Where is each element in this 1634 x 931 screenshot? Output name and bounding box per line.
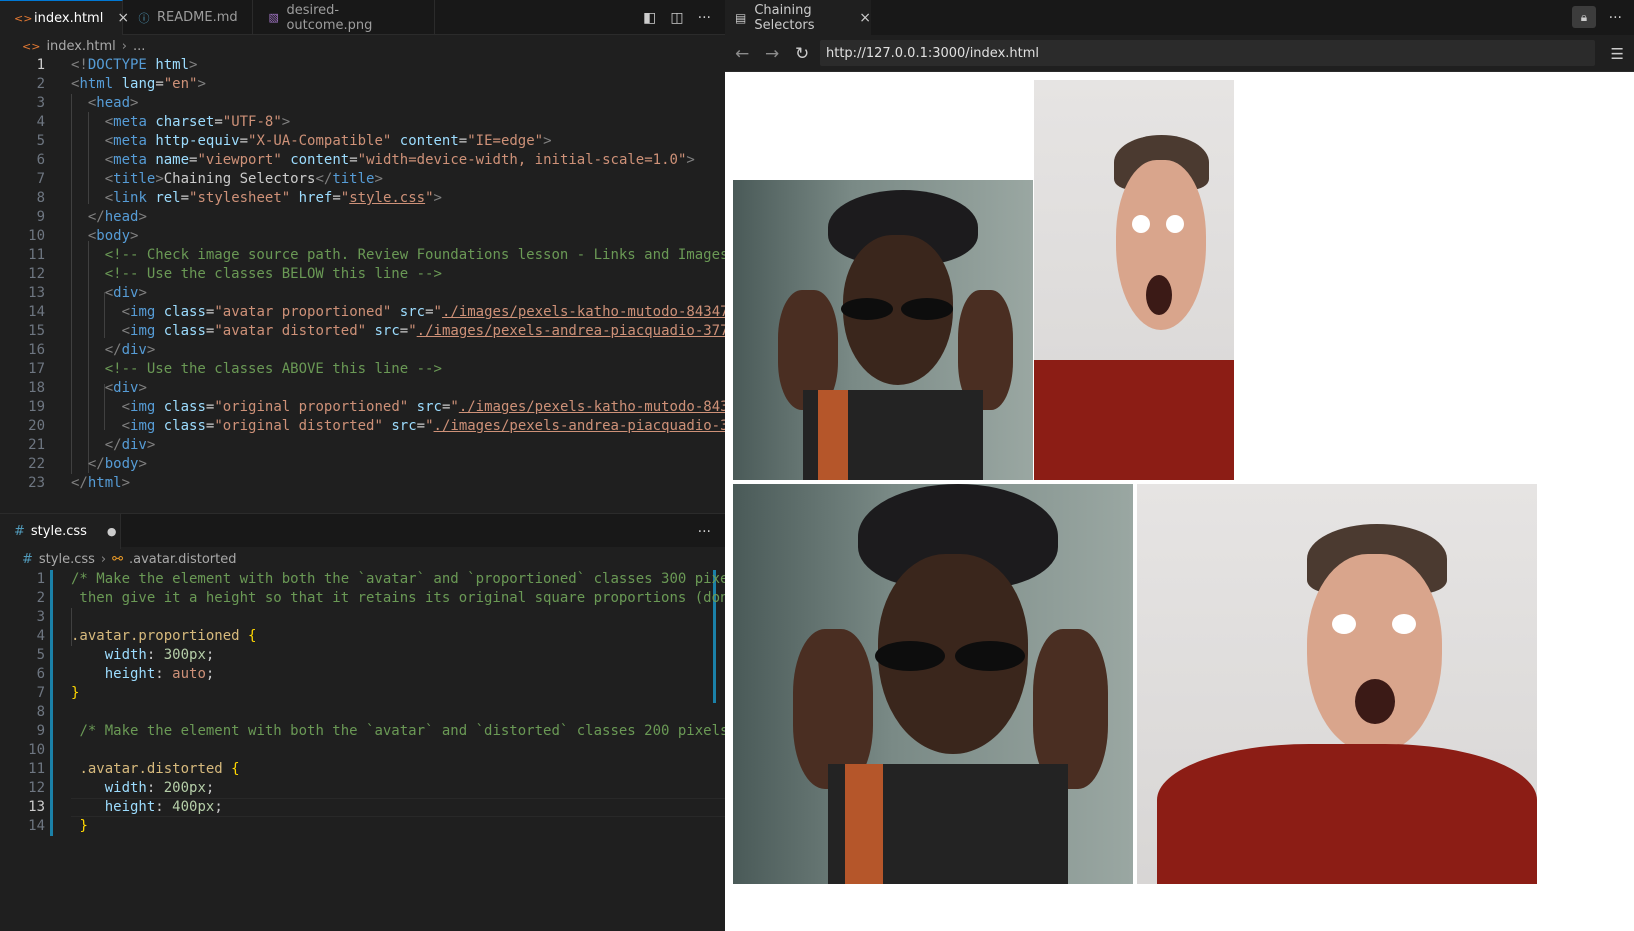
code-line: 11 <!-- Check image source path. Review … <box>28 247 725 263</box>
tab-desired-outcome[interactable]: ▧ desired-outcome.png <box>253 0 435 35</box>
css-breadcrumb: # style.css › ⚯ .avatar.distorted <box>0 548 725 570</box>
code-line: 12 width: 200px; <box>28 780 215 796</box>
code-line: 5 width: 300px; <box>36 647 215 663</box>
code-line: 10 <body> <box>28 228 139 244</box>
tab-label: style.css <box>30 524 87 539</box>
original-distorted-photo <box>1137 484 1537 884</box>
tab-label: index.html <box>34 10 104 26</box>
code-line: 14 <img class="avatar proportioned" src=… <box>28 304 725 320</box>
code-line: 10 <box>28 742 45 758</box>
code-line: 13 height: 400px; <box>28 799 223 815</box>
editor-tab-bar: <> index.html × ⓘ README.md ▧ desired-ou… <box>0 0 725 35</box>
code-line: 8 <link rel="stylesheet" href="style.css… <box>36 190 442 206</box>
more-actions-icon[interactable]: ··· <box>698 524 711 540</box>
forward-arrow-icon[interactable]: → <box>765 35 779 72</box>
code-line: 15 <img class="avatar distorted" src="./… <box>28 323 725 339</box>
code-line: 4 <meta charset="UTF-8"> <box>36 114 291 130</box>
browser-tab[interactable]: ▤ Chaining Selectors × <box>725 0 871 35</box>
selector-symbol-icon: ⚯ <box>112 551 124 567</box>
breadcrumb-rest[interactable]: ... <box>133 39 145 54</box>
code-line: 14 } <box>28 818 88 834</box>
code-line: 6 height: auto; <box>36 666 215 682</box>
browser-tab-bar: ▤ Chaining Selectors × 🔒︎ ··· <box>725 0 1634 35</box>
code-line: 21 </div> <box>28 437 156 453</box>
code-line: 19 <img class="original proportioned" sr… <box>28 399 725 415</box>
breadcrumb-file[interactable]: index.html <box>46 39 115 54</box>
more-actions-icon[interactable]: ··· <box>1609 0 1622 35</box>
url-input[interactable]: http://127.0.0.1:3000/index.html <box>820 40 1595 66</box>
css-file-icon: # <box>14 524 25 539</box>
code-line: 6 <meta name="viewport" content="width=d… <box>36 152 695 168</box>
editor-actions: ◧ ◫ ··· <box>643 0 711 35</box>
code-line: 1 <!DOCTYPE html> <box>36 57 198 73</box>
html-code-pane[interactable]: 1 <!DOCTYPE html> 2 <html lang="en"> 3 <he… <box>0 56 725 496</box>
tab-label: desired-outcome.png <box>286 2 373 33</box>
css-tab-bar: # style.css ● ··· <box>0 514 725 549</box>
split-editor-icon[interactable]: ◫ <box>670 10 683 26</box>
avatar-proportioned-photo <box>733 180 1033 480</box>
code-line: 7} <box>36 685 80 701</box>
breadcrumb: <> index.html › ... <box>0 35 725 57</box>
code-line: 17 <!-- Use the classes ABOVE this line … <box>28 361 442 377</box>
code-line: 8 <box>36 704 45 720</box>
css-file-icon: # <box>22 551 33 567</box>
code-line: 7 <title>Chaining Selectors</title> <box>36 171 383 187</box>
unsaved-dot-icon[interactable]: ● <box>107 525 117 538</box>
css-code-pane[interactable]: 1/* Make the element with both the `avat… <box>0 570 725 860</box>
browser-tab-title: Chaining Selectors <box>754 2 815 33</box>
tab-style-css[interactable]: # style.css ● <box>0 514 121 549</box>
code-line: 20 <img class="original distorted" src="… <box>28 418 725 434</box>
code-line: 1/* Make the element with both the `avat… <box>36 571 725 587</box>
code-line: 16 </div> <box>28 342 156 358</box>
html-file-icon: <> <box>22 39 41 53</box>
hamburger-menu-icon[interactable]: ☰ <box>1611 35 1624 72</box>
browser-toolbar: ← → ↻ http://127.0.0.1:3000/index.html ☰ <box>725 35 1634 72</box>
tab-readme[interactable]: ⓘ README.md <box>123 0 253 35</box>
tab-index-html[interactable]: <> index.html × <box>0 0 129 35</box>
css-editor-actions: ··· <box>698 514 711 549</box>
code-line: 2 <html lang="en"> <box>36 76 206 92</box>
code-line: 5 <meta http-equiv="X-UA-Compatible" con… <box>36 133 552 149</box>
code-line: 9 /* Make the element with both the `ava… <box>36 723 725 739</box>
chevron-right-icon: › <box>100 551 107 567</box>
image-file-icon: ▧ <box>268 11 279 24</box>
close-icon[interactable]: × <box>859 10 871 26</box>
reload-icon[interactable]: ↻ <box>795 35 809 72</box>
code-line: 9 </head> <box>36 209 147 225</box>
code-line: 23 </html> <box>28 475 131 491</box>
more-actions-icon[interactable]: ··· <box>698 10 711 26</box>
code-line: 4 .avatar.proportioned { <box>36 628 257 644</box>
code-line: 18 <div> <box>28 380 147 396</box>
info-icon: ⓘ <box>138 11 150 25</box>
html-file-icon: <> <box>14 11 33 25</box>
code-editor: <> index.html × ⓘ README.md ▧ desired-ou… <box>0 0 725 931</box>
browser-preview: ▤ Chaining Selectors × 🔒︎ ··· ← → ↻ http… <box>725 0 1634 931</box>
code-line: 11 .avatar.distorted { <box>28 761 240 777</box>
chevron-right-icon: › <box>121 38 127 54</box>
code-line: 12 <!-- Use the classes BELOW this line … <box>28 266 442 282</box>
code-line: 3 <head> <box>36 95 139 111</box>
code-line: 13 <div> <box>28 285 147 301</box>
breadcrumb-symbol[interactable]: .avatar.distorted <box>129 552 237 567</box>
back-arrow-icon[interactable]: ← <box>735 35 749 72</box>
tab-label: README.md <box>157 10 238 25</box>
lock-icon[interactable]: 🔒︎ <box>1572 6 1596 28</box>
avatar-distorted-photo <box>1034 80 1234 480</box>
browser-icon: ▤ <box>735 10 747 25</box>
code-line: 3 <box>36 609 45 625</box>
code-line: 22 </body> <box>28 456 147 472</box>
open-preview-icon[interactable]: ◧ <box>643 10 656 26</box>
code-line: 2 then give it a height so that it retai… <box>36 590 725 606</box>
original-proportioned-photo <box>733 484 1133 884</box>
breadcrumb-file[interactable]: style.css <box>39 552 95 567</box>
